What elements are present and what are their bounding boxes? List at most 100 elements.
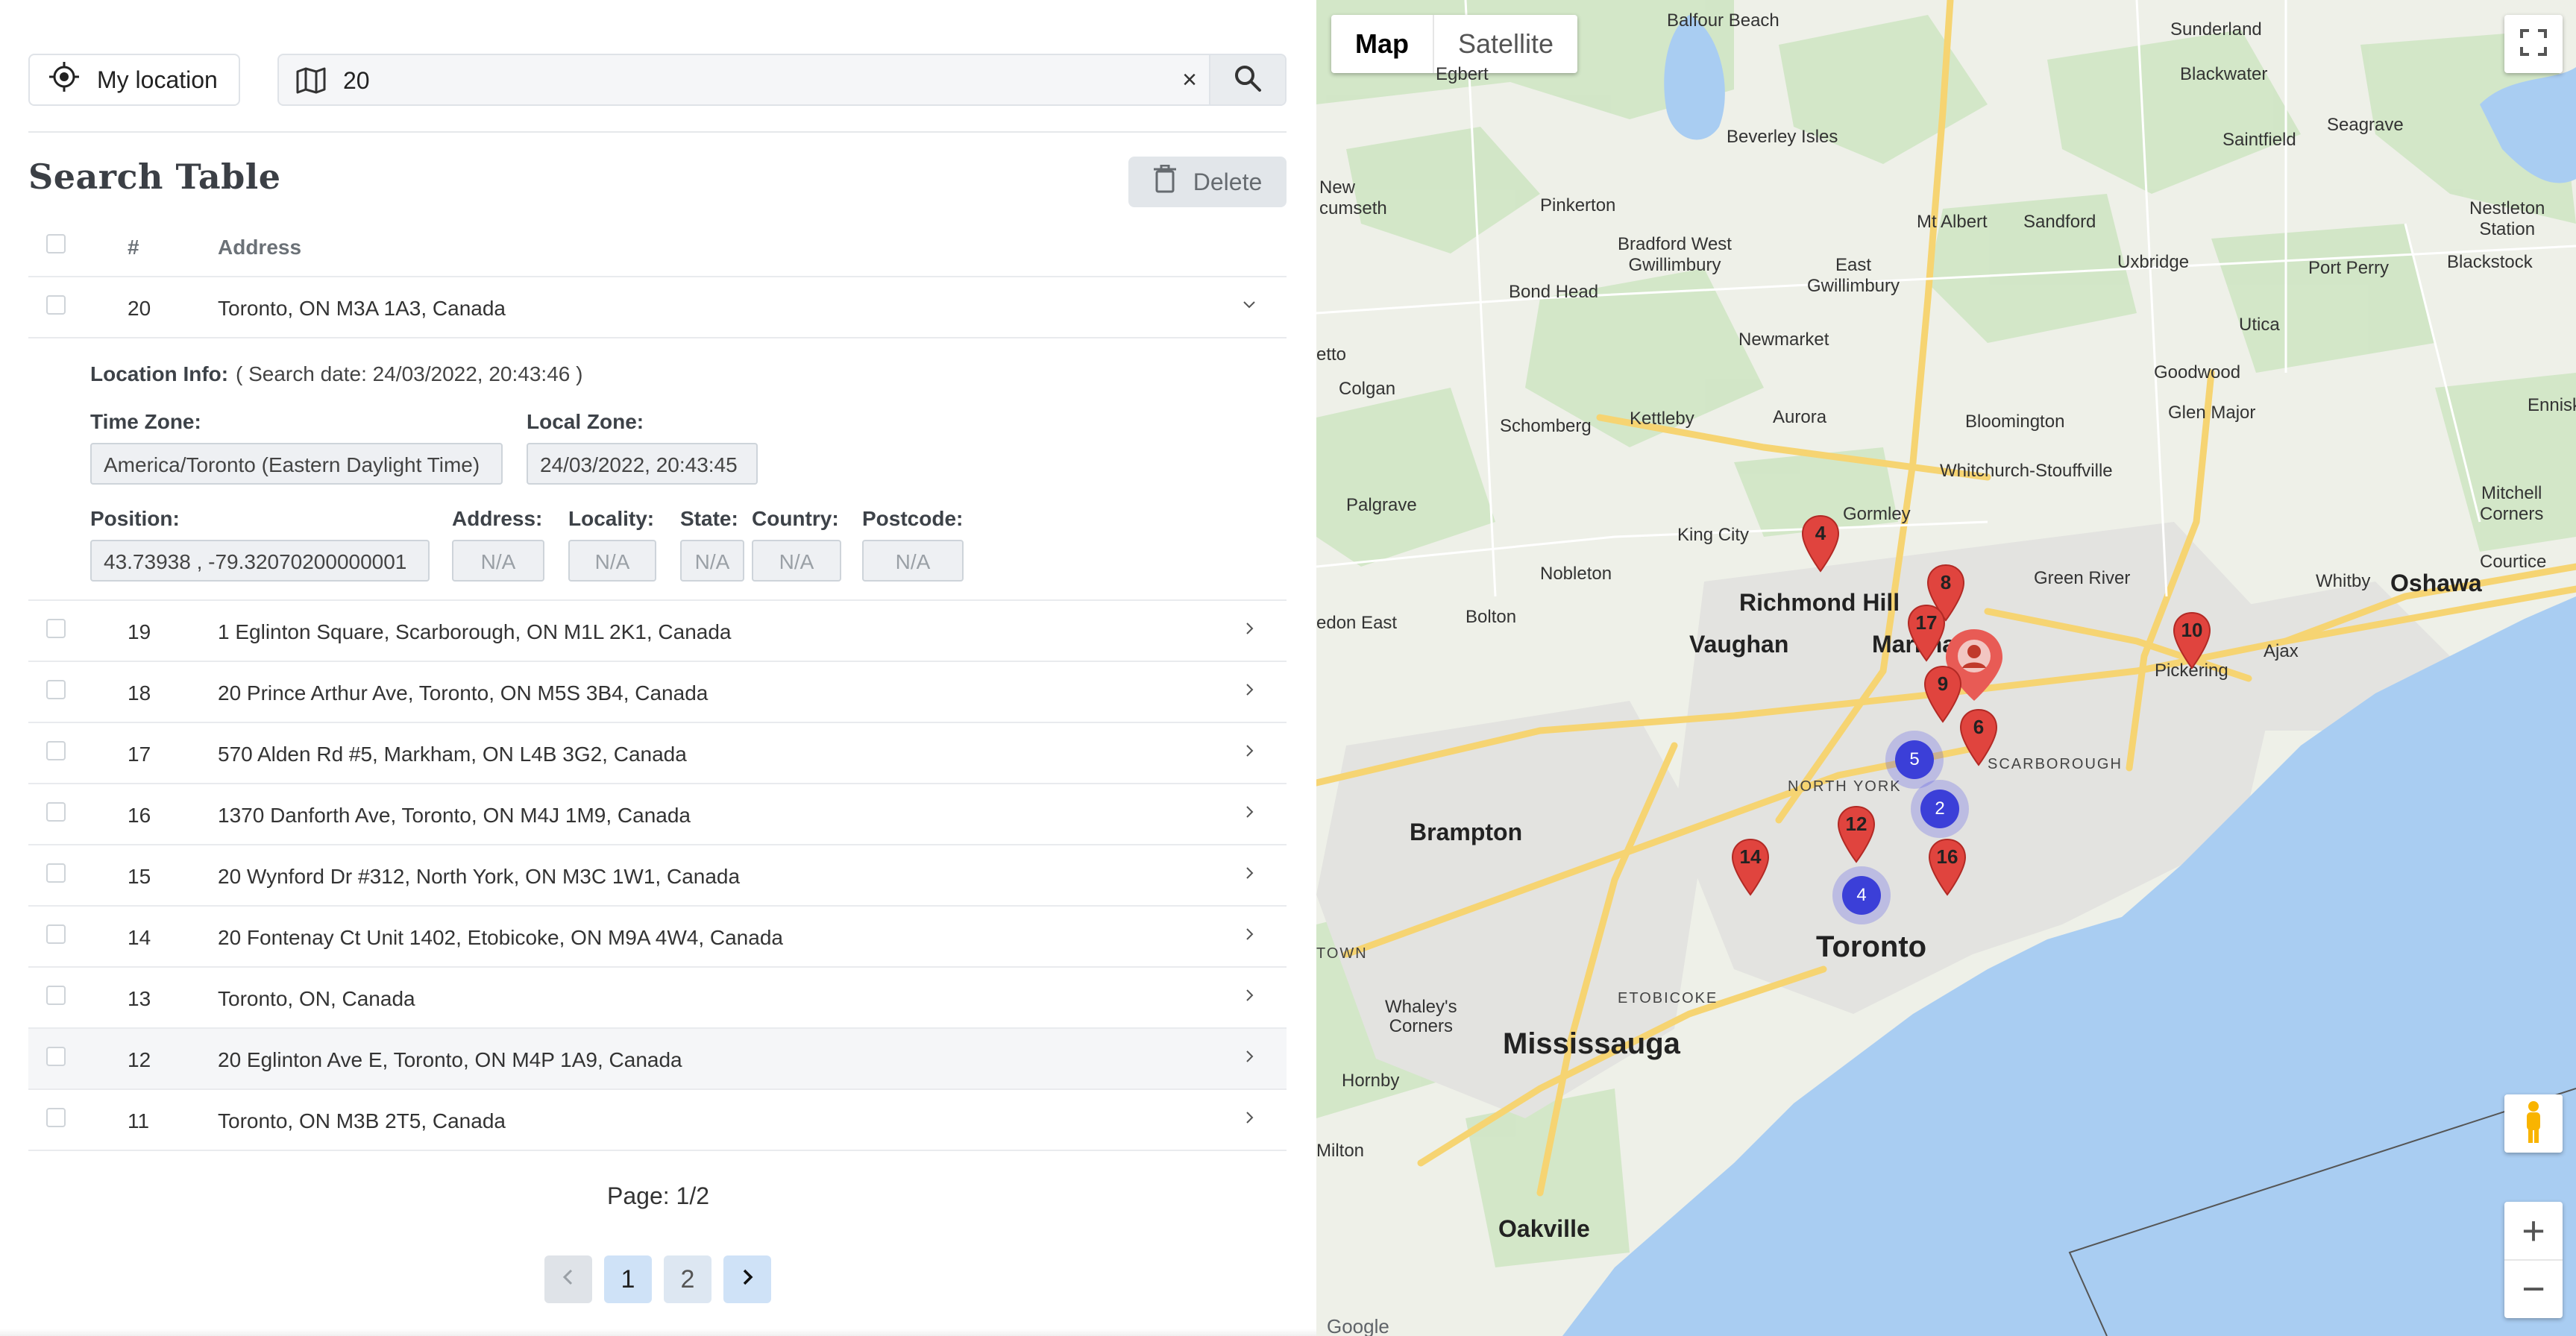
row-address: 20 Eglinton Ave E, Toronto, ON M4P 1A9, … bbox=[218, 1048, 682, 1071]
marker-label: 9 bbox=[1937, 672, 1949, 695]
row-checkbox[interactable] bbox=[46, 295, 66, 315]
map-marker[interactable]: 14 bbox=[1731, 838, 1770, 896]
map-marker[interactable]: 9 bbox=[1923, 665, 1962, 723]
chevron-right-icon[interactable] bbox=[1240, 802, 1258, 826]
chevron-left-icon bbox=[558, 1265, 579, 1294]
local-zone-field: 24/03/2022, 20:43:45 bbox=[527, 443, 758, 485]
place-label: Goodwood bbox=[2154, 362, 2241, 382]
page-title: Search Table bbox=[28, 157, 281, 197]
marker-cluster[interactable]: 2 bbox=[1911, 780, 1969, 838]
chevron-right-icon[interactable] bbox=[1240, 986, 1258, 1009]
row-number: 20 bbox=[128, 297, 151, 320]
chevron-right-icon[interactable] bbox=[1240, 680, 1258, 704]
place-label: Port Perry bbox=[2308, 258, 2390, 278]
page-button-1[interactable]: 1 bbox=[604, 1255, 652, 1303]
row-address: 570 Alden Rd #5, Markham, ON L4B 3G2, Ca… bbox=[218, 743, 687, 766]
search-button[interactable] bbox=[1209, 55, 1285, 104]
map-marker[interactable]: 17 bbox=[1907, 604, 1946, 662]
row-number: 16 bbox=[128, 804, 151, 827]
table-row[interactable]: 15 20 Wynford Dr #312, North York, ON M3… bbox=[28, 845, 1287, 907]
locality-label: Locality: bbox=[568, 507, 655, 530]
row-address: 20 Wynford Dr #312, North York, ON M3C 1… bbox=[218, 865, 741, 888]
place-label: Bloomington bbox=[1965, 412, 2065, 432]
street-view-button[interactable] bbox=[2504, 1094, 2563, 1153]
place-label: Aurora bbox=[1773, 407, 1827, 427]
place-label: Whaley's Corners bbox=[1385, 997, 1457, 1036]
marker-cluster[interactable]: 4 bbox=[1832, 866, 1891, 924]
row-checkbox[interactable] bbox=[46, 1108, 66, 1127]
zoom-in-button[interactable]: + bbox=[2504, 1203, 2563, 1261]
table-row[interactable]: 17 570 Alden Rd #5, Markham, ON L4B 3G2,… bbox=[28, 723, 1287, 784]
row-checkbox[interactable] bbox=[46, 863, 66, 883]
crosshair-icon bbox=[48, 60, 81, 99]
row-checkbox[interactable] bbox=[46, 1047, 66, 1066]
chevron-right-icon[interactable] bbox=[1240, 1047, 1258, 1071]
row-checkbox[interactable] bbox=[46, 741, 66, 760]
place-label: Whitchurch-Stouffville bbox=[1940, 461, 2113, 481]
place-label: Gormley bbox=[1843, 504, 1911, 524]
zoom-out-button[interactable]: − bbox=[2504, 1261, 2563, 1317]
map-marker[interactable]: 12 bbox=[1837, 805, 1876, 863]
row-checkbox[interactable] bbox=[46, 619, 66, 638]
place-label: Sandford bbox=[2023, 212, 2096, 232]
time-zone-label: Time Zone: bbox=[90, 410, 201, 433]
table-row[interactable]: 14 20 Fontenay Ct Unit 1402, Etobicoke, … bbox=[28, 907, 1287, 968]
delete-button[interactable]: Delete bbox=[1128, 157, 1287, 207]
row-number: 11 bbox=[128, 1109, 150, 1132]
row-checkbox[interactable] bbox=[46, 986, 66, 1005]
table-row[interactable]: 11 Toronto, ON M3B 2T5, Canada bbox=[28, 1090, 1287, 1151]
search-input[interactable]: 20 × bbox=[277, 54, 1287, 106]
row-checkbox[interactable] bbox=[46, 924, 66, 944]
locality-field: N/A bbox=[568, 540, 656, 582]
row-details: Location Info: ( Search date: 24/03/2022… bbox=[28, 338, 1287, 601]
map-marker[interactable]: 6 bbox=[1959, 708, 1998, 766]
table-row[interactable]: 18 20 Prince Arthur Ave, Toronto, ON M5S… bbox=[28, 662, 1287, 723]
place-label: NORTH YORK bbox=[1788, 778, 1902, 795]
table-row[interactable]: 19 1 Eglinton Square, Scarborough, ON M1… bbox=[28, 601, 1287, 662]
clear-icon[interactable]: × bbox=[1182, 66, 1197, 95]
map-type-map[interactable]: Map bbox=[1331, 15, 1434, 73]
select-all-checkbox[interactable] bbox=[46, 234, 66, 253]
prev-page-button[interactable] bbox=[544, 1255, 592, 1303]
chevron-right-icon[interactable] bbox=[1240, 924, 1258, 948]
marker-label: 4 bbox=[1815, 522, 1826, 544]
search-input-value[interactable]: 20 bbox=[343, 67, 370, 95]
place-label: ETOBICOKE bbox=[1618, 990, 1718, 1006]
map-marker[interactable]: 4 bbox=[1801, 514, 1840, 573]
place-label: TOWN bbox=[1316, 945, 1368, 962]
chevron-right-icon[interactable] bbox=[1240, 1108, 1258, 1132]
table-row[interactable]: 13 Toronto, ON, Canada bbox=[28, 968, 1287, 1029]
marker-label: 17 bbox=[1915, 611, 1938, 634]
table-row[interactable]: 16 1370 Danforth Ave, Toronto, ON M4J 1M… bbox=[28, 784, 1287, 845]
chevron-right-icon[interactable] bbox=[1240, 863, 1258, 887]
chevron-down-icon[interactable] bbox=[1240, 295, 1258, 319]
table-row[interactable]: 12 20 Eglinton Ave E, Toronto, ON M4P 1A… bbox=[28, 1029, 1287, 1090]
place-label: Mississauga bbox=[1503, 1027, 1680, 1060]
cluster-count: 4 bbox=[1842, 876, 1881, 915]
search-panel: My location 20 × Search Table Delete # A… bbox=[0, 0, 1316, 1336]
chevron-right-icon[interactable] bbox=[1240, 619, 1258, 643]
next-page-button[interactable] bbox=[723, 1255, 771, 1303]
place-label: Pinkerton bbox=[1540, 195, 1616, 215]
table-header: # Address bbox=[28, 216, 1287, 277]
delete-label: Delete bbox=[1193, 168, 1263, 195]
chevron-right-icon[interactable] bbox=[1240, 741, 1258, 765]
my-location-button[interactable]: My location bbox=[28, 54, 240, 106]
map-marker[interactable]: 16 bbox=[1928, 838, 1967, 896]
page-button-2[interactable]: 2 bbox=[664, 1255, 711, 1303]
column-header-index: # bbox=[128, 236, 139, 259]
row-checkbox[interactable] bbox=[46, 802, 66, 822]
fullscreen-button[interactable] bbox=[2504, 15, 2563, 73]
table-row[interactable]: 20 Toronto, ON M3A 1A3, Canada bbox=[28, 277, 1287, 338]
place-label: Utica bbox=[2239, 315, 2280, 335]
row-checkbox[interactable] bbox=[46, 680, 66, 699]
map-view[interactable]: Map Satellite + − Balfour Beach Sunderla… bbox=[1316, 0, 2576, 1336]
state-field: N/A bbox=[680, 540, 744, 582]
place-label: Mitchell Corners bbox=[2480, 483, 2544, 524]
search-date-text: ( Search date: 24/03/2022, 20:43:46 ) bbox=[236, 362, 583, 385]
map-marker[interactable]: 10 bbox=[2173, 611, 2211, 669]
panel-shadow bbox=[0, 1329, 1316, 1336]
my-location-label: My location bbox=[97, 66, 218, 93]
local-zone-label: Local Zone: bbox=[527, 410, 644, 433]
place-label: Whitby bbox=[2316, 571, 2371, 591]
